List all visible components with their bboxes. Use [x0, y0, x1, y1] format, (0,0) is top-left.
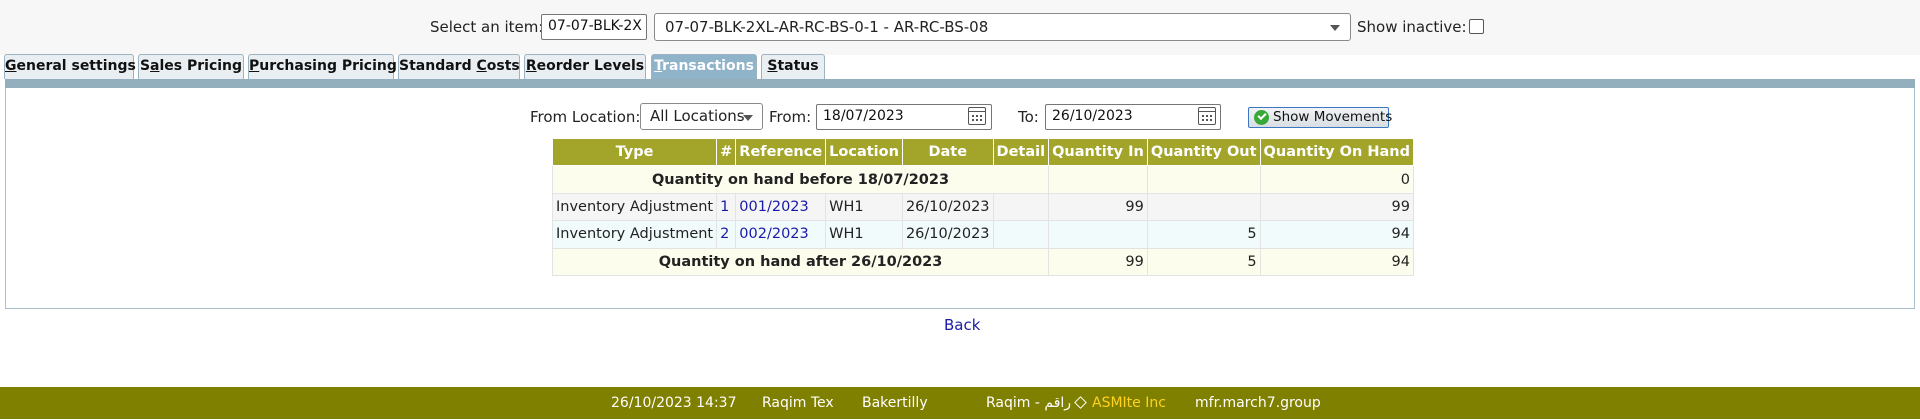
- col-date[interactable]: Date: [901, 137, 994, 167]
- opening-balance-qty: 0: [1259, 165, 1414, 194]
- partner-logo-icon: [1074, 396, 1087, 409]
- item-select[interactable]: 07-07-BLK-2XL-AR-RC-BS-0-1 - AR-RC-BS-08: [654, 13, 1351, 41]
- show-inactive-checkbox[interactable]: [1469, 19, 1484, 34]
- row-date: 26/10/2023: [901, 220, 994, 249]
- row-detail: [992, 220, 1050, 249]
- ok-check-icon: [1254, 110, 1269, 125]
- row-type: Inventory Adjustment: [551, 220, 718, 249]
- row-on-hand: 94: [1259, 220, 1414, 249]
- footer-bar: 26/10/2023 14:37 Raqim Tex Bakertilly Ra…: [0, 387, 1920, 419]
- footer-user: Bakertilly: [862, 395, 928, 411]
- calendar-icon[interactable]: [968, 107, 986, 125]
- row-qty-out: 5: [1146, 220, 1261, 249]
- row-on-hand: 99: [1259, 192, 1414, 222]
- col-quantity-on-hand[interactable]: Quantity On Hand: [1259, 137, 1414, 167]
- row-date: 26/10/2023: [901, 192, 994, 222]
- row-type: Inventory Adjustment: [551, 192, 718, 222]
- tab-transactions[interactable]: Transactions: [651, 54, 757, 79]
- closing-balance-row: Quantity on hand after 26/10/2023 99 5 9…: [551, 247, 1414, 276]
- opening-balance-row: Quantity on hand before 18/07/2023 0: [551, 165, 1414, 194]
- col-reference[interactable]: Reference: [735, 137, 827, 167]
- footer-domain: mfr.march7.group: [1195, 395, 1321, 411]
- to-date-input[interactable]: 26/10/2023: [1045, 104, 1221, 130]
- row-qty-out: [1146, 192, 1261, 222]
- from-date-label: From:: [769, 108, 812, 126]
- back-link[interactable]: Back: [944, 316, 980, 334]
- col-quantity-out[interactable]: Quantity Out: [1146, 137, 1261, 167]
- location-select[interactable]: All Locations: [640, 103, 763, 130]
- opening-balance-label: Quantity on hand before 18/07/2023: [551, 165, 1050, 194]
- tab-strip-bar: [5, 79, 1915, 88]
- col-type[interactable]: Type: [551, 137, 718, 167]
- footer-datetime: 26/10/2023 14:37: [611, 395, 737, 411]
- col-quantity-in[interactable]: Quantity In: [1048, 137, 1148, 167]
- show-movements-button[interactable]: Show Movements: [1248, 107, 1393, 128]
- from-date-input[interactable]: 18/07/2023: [816, 104, 992, 130]
- footer-brand[interactable]: Raqim - راقم: [986, 395, 1071, 411]
- to-date-label: To:: [1018, 108, 1039, 126]
- tab-standard-costs[interactable]: Standard Costs: [398, 54, 520, 79]
- closing-qty-in: 99: [1048, 247, 1148, 276]
- tab-status[interactable]: Status: [761, 54, 825, 79]
- show-inactive-label: Show inactive:: [1357, 18, 1467, 36]
- footer-company: Raqim Tex: [762, 395, 834, 411]
- movements-table: Type # Reference Location Date Detail Qu…: [551, 137, 1414, 276]
- closing-on-hand: 94: [1259, 247, 1414, 276]
- tab-sales-pricing[interactable]: Sales Pricing: [138, 54, 244, 79]
- col-detail[interactable]: Detail: [992, 137, 1050, 167]
- row-reference-link[interactable]: 002/2023: [735, 220, 827, 249]
- chevron-down-icon: [1330, 25, 1340, 31]
- row-number-link[interactable]: 2: [716, 220, 737, 249]
- row-reference-link[interactable]: 001/2023: [735, 192, 827, 222]
- footer-partner-link[interactable]: ASMIte Inc: [1092, 395, 1166, 411]
- show-movements-label: Show Movements: [1273, 109, 1393, 125]
- row-location: WH1: [825, 220, 903, 249]
- tab-purchasing-pricing[interactable]: Purchasing Pricing: [248, 54, 397, 79]
- tab-reorder-levels[interactable]: Reorder Levels: [524, 54, 646, 79]
- row-detail: [992, 192, 1050, 222]
- calendar-icon[interactable]: [1198, 107, 1216, 125]
- row-number-link[interactable]: 1: [716, 192, 737, 222]
- from-location-label: From Location:: [530, 108, 641, 126]
- closing-qty-out: 5: [1146, 247, 1261, 276]
- col-location[interactable]: Location: [825, 137, 903, 167]
- row-qty-in: [1048, 220, 1148, 249]
- chevron-down-icon: [743, 115, 753, 121]
- row-location: WH1: [825, 192, 903, 222]
- item-select-value: 07-07-BLK-2XL-AR-RC-BS-0-1 - AR-RC-BS-08: [665, 18, 989, 36]
- tab-general-settings[interactable]: General settings: [4, 54, 136, 79]
- table-row: Inventory Adjustment 1 001/2023 WH1 26/1…: [551, 192, 1414, 222]
- select-item-label: Select an item:: [430, 18, 544, 36]
- location-select-value: All Locations: [650, 107, 745, 125]
- col-number[interactable]: #: [716, 137, 737, 167]
- closing-balance-label: Quantity on hand after 26/10/2023: [551, 247, 1050, 276]
- row-qty-in: 99: [1048, 192, 1148, 222]
- item-code-input[interactable]: 07-07-BLK-2X: [541, 14, 647, 40]
- table-header-row: Type # Reference Location Date Detail Qu…: [551, 137, 1414, 167]
- table-row: Inventory Adjustment 2 002/2023 WH1 26/1…: [551, 220, 1414, 249]
